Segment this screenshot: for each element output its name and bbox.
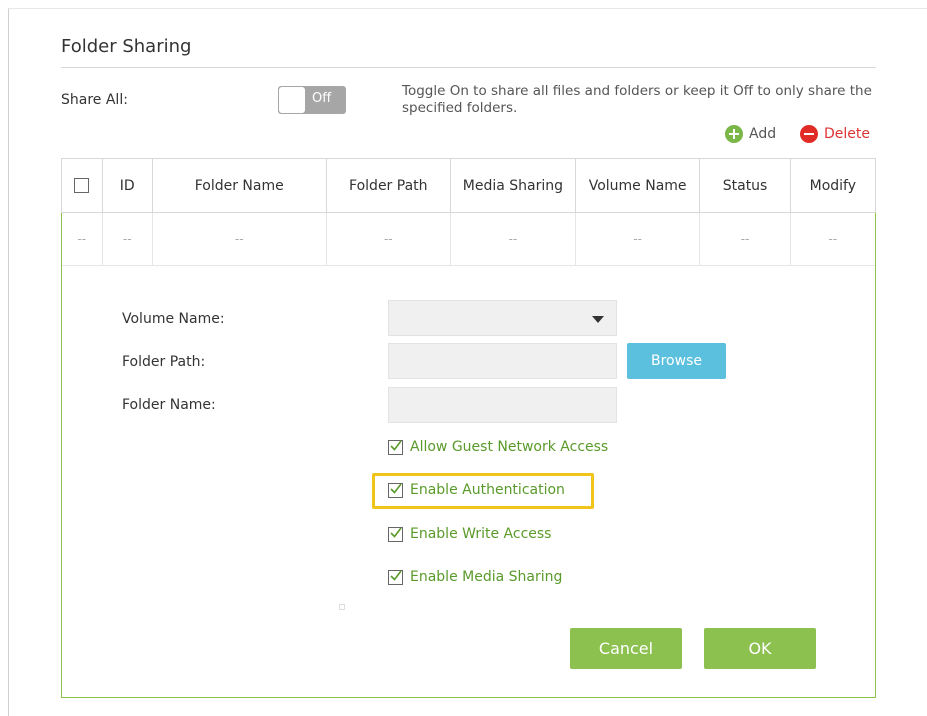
volume-name-select[interactable] xyxy=(388,300,617,336)
page-title: Folder Sharing xyxy=(61,36,192,57)
column-header-volume-name: Volume Name xyxy=(574,158,701,213)
folder-name-field[interactable] xyxy=(388,387,617,423)
add-label: Add xyxy=(749,126,777,142)
minus-icon xyxy=(800,125,818,143)
toggle-state-text: Off xyxy=(312,91,332,106)
column-header-folder-name: Folder Name xyxy=(151,158,327,213)
table-cell: -- xyxy=(326,212,452,266)
ok-button[interactable]: OK xyxy=(704,628,816,669)
select-all-header xyxy=(61,158,103,213)
table-row: -- -- -- -- -- -- -- -- xyxy=(61,212,877,266)
enable-media-sharing-label: Enable Media Sharing xyxy=(410,569,563,585)
decorative-dot xyxy=(339,604,345,610)
folder-path-field[interactable] xyxy=(388,343,617,379)
toggle-knob xyxy=(279,87,305,113)
window-border-left xyxy=(8,8,9,716)
dropdown-arrow-icon xyxy=(592,316,604,323)
checkbox-checked-icon xyxy=(388,569,403,585)
plus-icon xyxy=(725,125,743,143)
cancel-button[interactable]: Cancel xyxy=(570,628,682,669)
table-cell: -- xyxy=(699,212,791,266)
column-header-folder-path: Folder Path xyxy=(325,158,452,213)
browse-button[interactable]: Browse xyxy=(627,343,726,379)
table-cell: -- xyxy=(575,212,701,266)
title-divider xyxy=(61,67,876,68)
delete-button[interactable]: Delete xyxy=(800,125,870,143)
table-header-row: ID Folder Name Folder Path Media Sharing… xyxy=(61,158,877,213)
column-header-media-sharing: Media Sharing xyxy=(450,158,576,213)
checkbox-checked-icon xyxy=(388,482,403,498)
window-border-top xyxy=(8,8,927,9)
allow-guest-network-access-label: Allow Guest Network Access xyxy=(410,439,609,455)
table-cell: -- xyxy=(61,212,103,266)
enable-media-sharing-checkbox[interactable]: Enable Media Sharing xyxy=(388,569,562,585)
add-button[interactable]: Add xyxy=(725,125,776,143)
share-all-toggle[interactable]: Off xyxy=(278,86,346,114)
checkbox-checked-icon xyxy=(388,439,403,455)
checkbox-checked-icon xyxy=(388,526,403,542)
delete-label: Delete xyxy=(824,126,870,142)
table-cell: -- xyxy=(102,212,153,266)
table-cell: -- xyxy=(152,212,327,266)
share-all-label: Share All: xyxy=(61,92,128,108)
select-all-checkbox[interactable] xyxy=(74,178,90,193)
enable-write-access-checkbox[interactable]: Enable Write Access xyxy=(388,526,551,542)
folder-table: ID Folder Name Folder Path Media Sharing… xyxy=(61,158,877,266)
folder-name-label: Folder Name: xyxy=(122,397,216,413)
volume-name-label: Volume Name: xyxy=(122,311,225,327)
table-cell: -- xyxy=(790,212,877,266)
enable-authentication-label: Enable Authentication xyxy=(410,482,565,498)
allow-guest-network-access-checkbox[interactable]: Allow Guest Network Access xyxy=(388,439,608,455)
column-header-id: ID xyxy=(101,158,153,213)
share-all-hint: Toggle On to share all files and folders… xyxy=(402,83,872,116)
folder-path-label: Folder Path: xyxy=(122,354,206,370)
table-cell: -- xyxy=(450,212,576,266)
enable-authentication-checkbox[interactable]: Enable Authentication xyxy=(388,482,565,498)
column-header-modify: Modify xyxy=(789,158,877,213)
enable-write-access-label: Enable Write Access xyxy=(410,526,552,542)
column-header-status: Status xyxy=(699,158,791,213)
